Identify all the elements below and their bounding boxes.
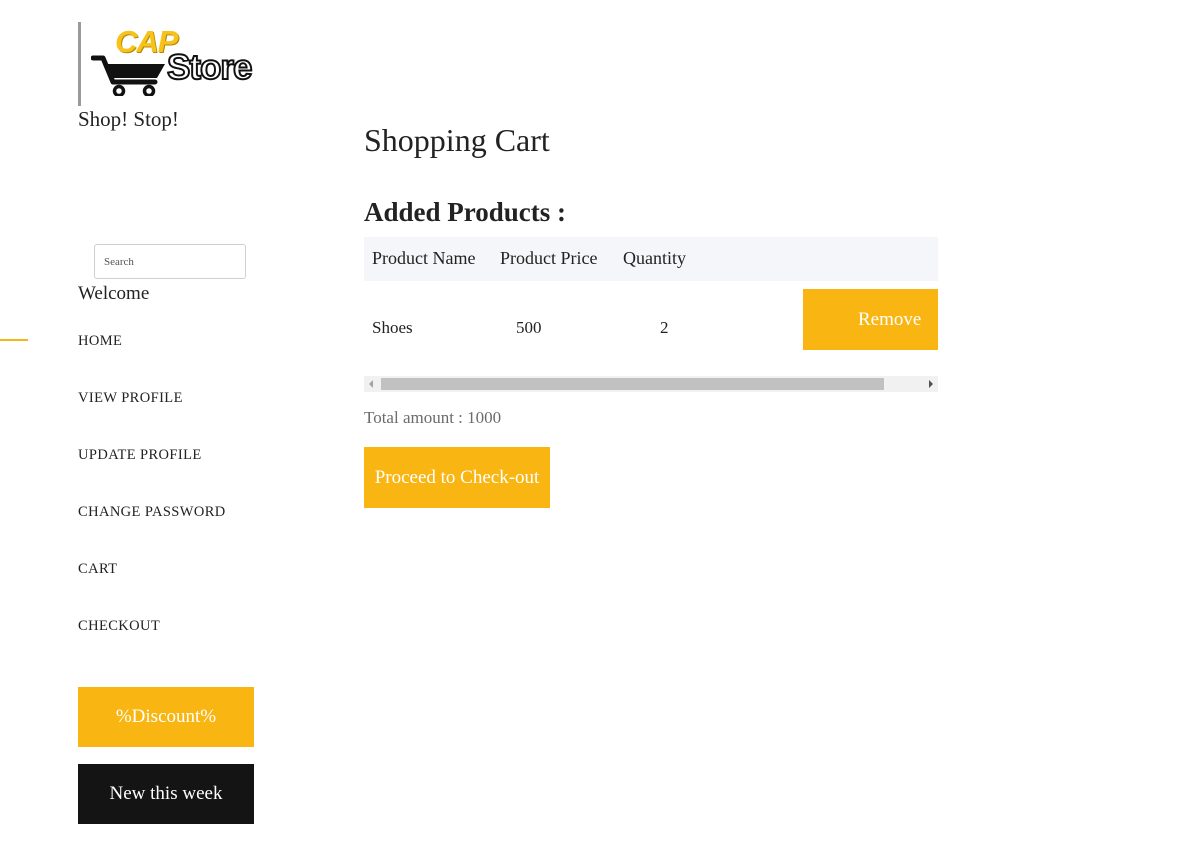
active-nav-indicator (0, 339, 28, 341)
nav-item-view-profile[interactable]: VIEW PROFILE (78, 389, 226, 446)
nav-item-update-profile[interactable]: UPDATE PROFILE (78, 446, 226, 503)
search-input[interactable] (94, 244, 246, 279)
column-header-product-price: Product Price (500, 248, 598, 268)
nav-item-cart[interactable]: CART (78, 560, 226, 617)
welcome-text: Welcome (78, 283, 150, 304)
nav-item-checkout[interactable]: CHECKOUT (78, 617, 226, 674)
nav-item-home[interactable]: HOME (78, 332, 226, 389)
page-title: Shopping Cart (364, 122, 550, 158)
tagline: Shop! Stop! (78, 107, 179, 131)
total-amount: Total amount : 1000 (364, 408, 502, 427)
logo-store-text: Store (166, 47, 253, 88)
cart-table: Product Name Product Price Quantity Shoe… (364, 237, 938, 392)
cell-product-name: Shoes (372, 318, 413, 337)
scroll-left-arrow-icon[interactable] (369, 380, 373, 388)
scrollbar-thumb[interactable] (381, 378, 884, 390)
table-header: Product Name Product Price Quantity (364, 237, 938, 281)
remove-button[interactable]: Remove (803, 289, 938, 350)
nav-item-change-password[interactable]: CHANGE PASSWORD (78, 503, 226, 560)
scroll-right-arrow-icon[interactable] (929, 380, 933, 388)
sidebar-nav: HOME VIEW PROFILE UPDATE PROFILE CHANGE … (78, 332, 226, 674)
horizontal-scrollbar[interactable] (364, 376, 938, 392)
section-title: Added Products : (364, 197, 567, 227)
proceed-to-checkout-button[interactable]: Proceed to Check-out (364, 447, 550, 508)
new-this-week-button[interactable]: New this week (78, 764, 254, 824)
logo[interactable]: CAP Store (78, 22, 271, 106)
column-header-product-name: Product Name (372, 248, 476, 268)
cell-quantity: 2 (660, 318, 669, 337)
discount-button[interactable]: %Discount% (78, 687, 254, 747)
cell-product-price: 500 (516, 318, 542, 337)
column-header-quantity: Quantity (623, 248, 686, 268)
